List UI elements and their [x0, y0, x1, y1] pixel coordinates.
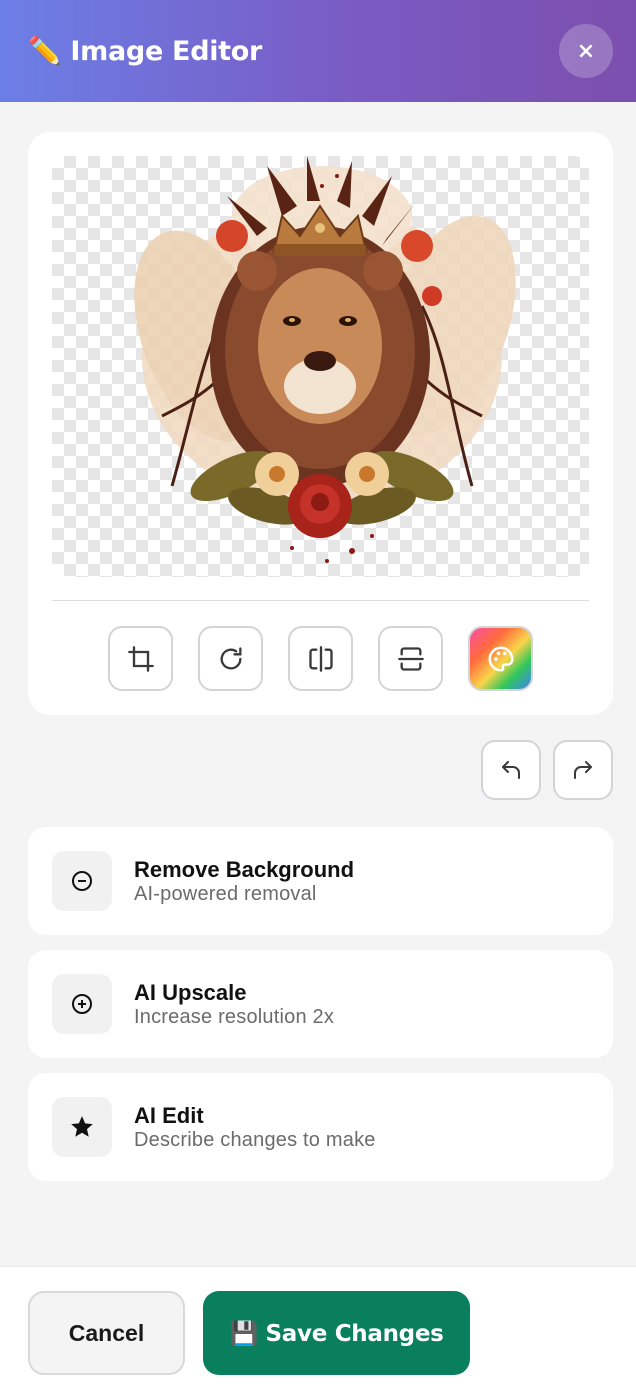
ai-edit-icon-box	[52, 1097, 112, 1157]
action-title: Remove Background	[134, 857, 355, 882]
crop-icon	[127, 645, 154, 672]
footer-bar: Cancel 💾 Save Changes	[0, 1266, 636, 1392]
color-adjust-button[interactable]	[468, 626, 533, 691]
remove-background-card[interactable]: Remove Background AI-powered removal	[28, 827, 613, 935]
flip-horizontal-icon	[308, 645, 333, 672]
flip-vertical-icon	[397, 646, 424, 671]
redo-button[interactable]	[553, 740, 613, 800]
image-canvas	[52, 156, 589, 577]
palette-icon	[488, 645, 514, 672]
undo-button[interactable]	[481, 740, 541, 800]
rotate-button[interactable]	[198, 626, 263, 691]
remove-background-icon-box	[52, 851, 112, 911]
minus-circle-icon	[72, 871, 92, 891]
star-icon	[71, 1116, 93, 1137]
cancel-button[interactable]: Cancel	[28, 1291, 185, 1375]
ai-upscale-card[interactable]: AI Upscale Increase resolution 2x	[28, 950, 613, 1058]
save-changes-button[interactable]: 💾 Save Changes	[203, 1291, 470, 1375]
redo-icon	[574, 761, 592, 779]
flip-horizontal-button[interactable]	[288, 626, 353, 691]
action-subtitle: AI-powered removal	[134, 883, 317, 905]
undo-icon	[502, 761, 520, 779]
action-title: AI Upscale	[134, 980, 247, 1005]
action-title: AI Edit	[134, 1103, 204, 1128]
close-icon: ×	[576, 38, 596, 64]
header-bar: ✏️ Image Editor ×	[0, 0, 636, 102]
divider	[52, 600, 589, 601]
flip-vertical-button[interactable]	[378, 626, 443, 691]
crop-button[interactable]	[108, 626, 173, 691]
lion-image	[134, 156, 516, 563]
ai-edit-card[interactable]: AI Edit Describe changes to make	[28, 1073, 613, 1181]
action-subtitle: Increase resolution 2x	[134, 1006, 335, 1028]
action-subtitle: Describe changes to make	[134, 1129, 376, 1151]
plus-circle-icon	[72, 994, 92, 1014]
close-button[interactable]: ×	[559, 24, 613, 78]
preview-card	[28, 132, 613, 715]
rotate-icon	[220, 646, 241, 670]
page-title: ✏️ Image Editor	[28, 36, 263, 67]
ai-upscale-icon-box	[52, 974, 112, 1034]
